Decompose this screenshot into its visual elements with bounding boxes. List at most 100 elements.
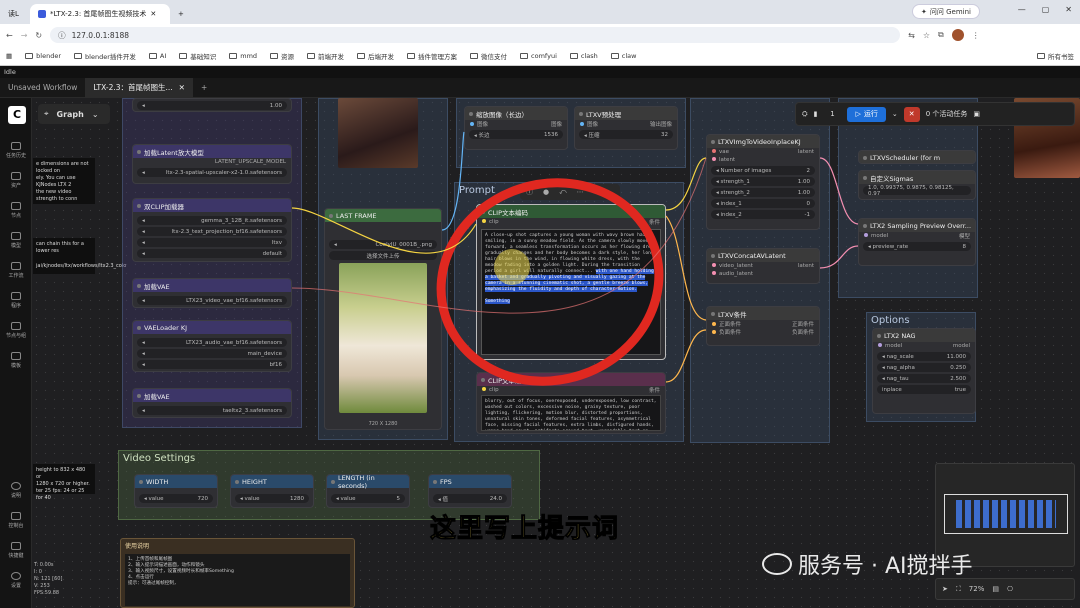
vae-name-widget[interactable]: ◂ LTX23_video_vae_bf16.safetensors bbox=[137, 296, 287, 305]
node-clip-text-encode-negative[interactable]: CLIP文本编码 clip 条件 blurry, out of focus, ov… bbox=[476, 372, 666, 434]
node-ltx2-nag[interactable]: LTX2 NAG model model ◂ nag_scale 11.000 ◂ … bbox=[872, 328, 976, 414]
video-latent-port[interactable]: video_latent latent bbox=[707, 262, 819, 270]
vae-kj-name-widget[interactable]: ◂ LTX23_audio_vae_bf16.safetensors bbox=[137, 338, 287, 347]
nag-tau-widget[interactable]: ◂ nag_tau 2.500 bbox=[877, 374, 971, 383]
browser-tab-1[interactable]: 读L bbox=[0, 4, 30, 24]
ask-gemini-button[interactable]: ✦ 问问 Gemini bbox=[912, 4, 980, 19]
sidebar-item-help[interactable]: 说明 bbox=[0, 482, 32, 499]
node-header[interactable]: CLIP文本编码 bbox=[477, 373, 665, 386]
length-value-widget[interactable]: ◂ value 5 bbox=[331, 494, 405, 503]
sidebar-item-console[interactable]: 控制台 bbox=[0, 512, 32, 529]
bypass-icon[interactable]: ⤺ bbox=[559, 188, 566, 197]
node-header[interactable]: LTX2 Sampling Preview Overr... bbox=[859, 219, 975, 232]
run-button[interactable]: ▷ 运行 bbox=[847, 106, 886, 122]
node-sampling-preview[interactable]: LTX2 Sampling Preview Overr... model 模型 ◂… bbox=[858, 218, 976, 266]
sigmas-widget[interactable]: 1.0, 0.99375, 0.9875, 0.98125, 0.97 bbox=[863, 185, 971, 197]
cancel-run-button[interactable]: ✕ bbox=[903, 106, 920, 122]
node-vae-loader-2[interactable]: 加载VAE ◂ taeltx2_3.safetensors bbox=[132, 388, 292, 418]
node-header[interactable]: HEIGHT bbox=[231, 475, 313, 488]
clip-input-port[interactable]: clip 条件 bbox=[477, 218, 665, 226]
bookmark-2[interactable]: AI bbox=[148, 52, 166, 60]
node-scale-image[interactable]: 缩放图像（长边） 图像 图像 ◂ 长边 1536 bbox=[464, 106, 568, 150]
node-header[interactable]: 加载Latent放大模型 bbox=[133, 145, 291, 158]
clip-device-widget[interactable]: ◂ default bbox=[137, 249, 287, 258]
clip-name1-widget[interactable]: ◂ gemma_3_12B_it.safetensors bbox=[137, 216, 287, 225]
node-header[interactable]: LTXV预处理 bbox=[575, 107, 677, 120]
latent-port[interactable]: latent bbox=[707, 156, 819, 164]
node-header[interactable]: 自定义Sigmas bbox=[859, 171, 975, 184]
apps-icon[interactable]: ▦ bbox=[6, 52, 12, 60]
clip-type-widget[interactable]: ◂ ltxv bbox=[137, 238, 287, 247]
menu-icon[interactable]: ⋮ bbox=[972, 31, 980, 40]
maximize-icon[interactable]: ▢ bbox=[1042, 5, 1050, 14]
positive-port[interactable]: 正面条件 正面条件 bbox=[707, 320, 819, 328]
comfy-logo[interactable]: C bbox=[8, 106, 26, 124]
bookmark-7[interactable]: 后端开发 bbox=[357, 51, 394, 61]
reload-icon[interactable]: ↻ bbox=[35, 31, 42, 40]
node-header[interactable]: LTXVConcatAVLatent bbox=[707, 249, 819, 262]
bookmark-5[interactable]: 资源 bbox=[270, 51, 294, 61]
node-header[interactable]: LTXVScheduler (for m bbox=[859, 151, 975, 163]
zoom-level[interactable]: 72% bbox=[969, 585, 985, 593]
minimap-toggle-icon[interactable]: ▤ bbox=[992, 585, 999, 593]
fps-value-widget[interactable]: ◂ 值 24.0 bbox=[433, 494, 507, 503]
node-ltxv-condition[interactable]: LTXV条件 正面条件 正面条件 负面条件 负面条件 bbox=[706, 306, 820, 346]
clip-input-port[interactable]: clip 条件 bbox=[477, 386, 665, 394]
profile-avatar[interactable] bbox=[951, 29, 964, 41]
node-header[interactable]: FPS bbox=[429, 475, 511, 488]
link-visibility-icon[interactable]: ⎔ bbox=[1007, 585, 1013, 593]
note-link[interactable]: jai/kjnodes/ltx/workflows/ltx2.3_colo bbox=[36, 263, 126, 270]
output-port[interactable]: LATENT_UPSCALE_MODEL bbox=[133, 158, 291, 166]
sidebar-item-nodes[interactable]: 节点 bbox=[0, 202, 32, 219]
queue-count-input[interactable]: 1 bbox=[823, 110, 841, 118]
select-tool-icon[interactable]: ➤ bbox=[942, 585, 948, 593]
vae-kj-dtype-widget[interactable]: ◂ bf16 bbox=[137, 360, 287, 369]
width-value-widget[interactable]: ◂ value 720 bbox=[139, 494, 213, 503]
height-value-widget[interactable]: ◂ value 1280 bbox=[235, 494, 309, 503]
model-name-widget[interactable]: ◂ ltx-2.3-spatial-upscaler-x2-1.0.safeten… bbox=[137, 168, 287, 177]
node-header[interactable]: 缩放图像（长边） bbox=[465, 107, 567, 120]
node-header[interactable]: LENGTH (in seconds) bbox=[327, 475, 409, 490]
node-header[interactable]: LTXV条件 bbox=[707, 307, 819, 320]
clip-name2-widget[interactable]: ◂ ltx-2.3_text_projection_bf16.safetensor… bbox=[137, 227, 287, 236]
node-header[interactable]: LAST FRAME bbox=[325, 209, 441, 222]
audio-latent-port[interactable]: audio_latent bbox=[707, 270, 819, 278]
bookmark-11[interactable]: clash bbox=[569, 52, 598, 60]
node-header[interactable]: VAELoader KJ bbox=[133, 321, 291, 334]
info-icon[interactable]: ⓘ bbox=[526, 187, 533, 197]
strength-widget[interactable]: ◂ 1.00 bbox=[137, 101, 287, 110]
notes-panel[interactable]: 使用说明 1、上传首帧和尾帧图 2、输入提示词描述画面，动作和镜头 3、输入视频… bbox=[120, 538, 355, 608]
vae-port[interactable]: vae latent bbox=[707, 148, 819, 156]
model-port[interactable]: model 模型 bbox=[859, 232, 975, 240]
bookmark-4[interactable]: mmd bbox=[229, 52, 257, 60]
browser-tab-2[interactable]: *LTX-2.3: 首尾帧图生视频技术 ✕ bbox=[30, 4, 170, 24]
bookmark-10[interactable]: comfyui bbox=[520, 52, 557, 60]
node-width[interactable]: WIDTH ◂ value 720 bbox=[134, 474, 218, 508]
view-mode-selector[interactable]: ⌖ Graph ⌄ bbox=[38, 104, 110, 124]
sidebar-item-programs[interactable]: 程序 bbox=[0, 292, 32, 309]
nag-alpha-widget[interactable]: ◂ nag_alpha 0.250 bbox=[877, 363, 971, 372]
sidebar-item-node-groups[interactable]: 节点与组 bbox=[0, 322, 32, 339]
sidebar-item-models[interactable]: 模型 bbox=[0, 232, 32, 249]
sidebar-item-shortcuts[interactable]: 快捷键 bbox=[0, 542, 32, 559]
bookmark-6[interactable]: 前端开发 bbox=[307, 51, 344, 61]
node-header[interactable]: 加载VAE bbox=[133, 389, 291, 402]
node-header[interactable]: LTX2 NAG bbox=[873, 329, 975, 342]
queue-icon[interactable]: ▮ bbox=[814, 110, 818, 118]
minimize-icon[interactable]: — bbox=[1018, 5, 1026, 14]
index2-widget[interactable]: ◂ index_2 -1 bbox=[711, 210, 815, 219]
bookmark-8[interactable]: 插件管理方案 bbox=[407, 51, 457, 61]
back-icon[interactable]: ← bbox=[6, 31, 13, 40]
index1-widget[interactable]: ◂ index_1 0 bbox=[711, 199, 815, 208]
node-header[interactable]: WIDTH bbox=[135, 475, 217, 488]
node-vae-loader-kj[interactable]: VAELoader KJ ◂ LTX23_audio_vae_bf16.safet… bbox=[132, 320, 292, 372]
active-tasks-label[interactable]: 0 个活动任务 bbox=[926, 109, 968, 119]
bookmark-0[interactable]: blender bbox=[25, 52, 61, 60]
all-bookmarks[interactable]: 所有书签 bbox=[1037, 51, 1074, 61]
bookmark-12[interactable]: claw bbox=[610, 52, 636, 60]
node-header[interactable]: 双CLIP加载器 bbox=[133, 199, 291, 212]
sidebar-item-templates[interactable]: 模板 bbox=[0, 352, 32, 369]
node-ltxv-img-to-video[interactable]: LTXVImgToVideoInplaceKJ vae latent latent… bbox=[706, 134, 820, 230]
strength1-widget[interactable]: ◂ strength_1 1.00 bbox=[711, 177, 815, 186]
vae-kj-device-widget[interactable]: ◂ main_device bbox=[137, 349, 287, 358]
